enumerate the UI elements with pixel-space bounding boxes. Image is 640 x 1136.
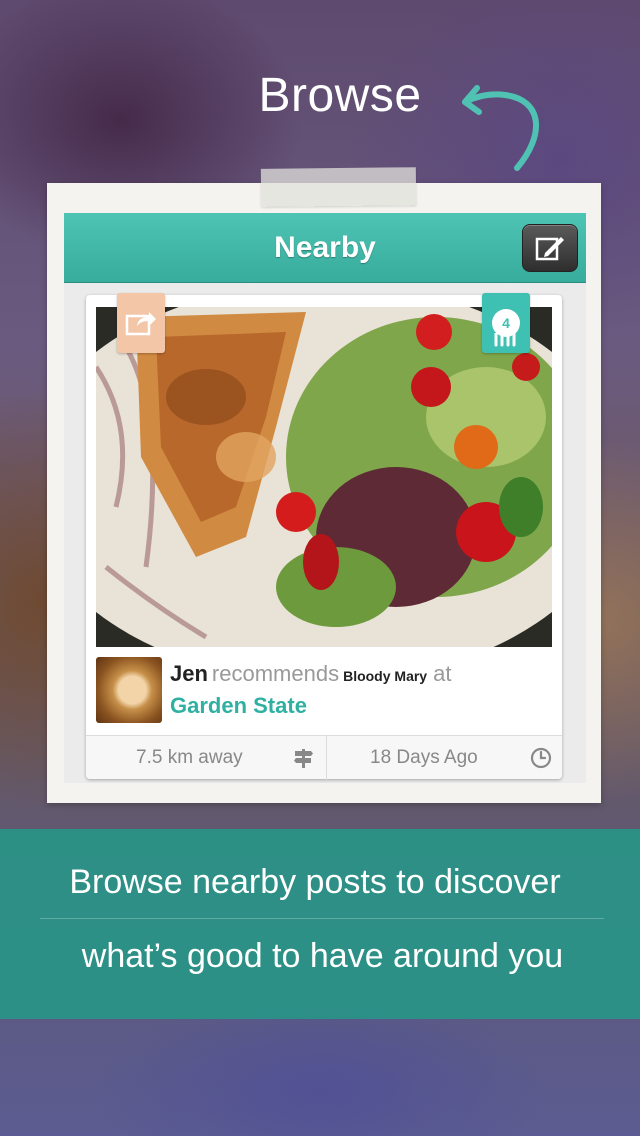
share-button[interactable] <box>117 293 165 353</box>
nav-title: Nearby <box>274 231 376 264</box>
curved-arrow-icon <box>462 85 540 171</box>
share-icon <box>125 312 156 336</box>
post-photo[interactable] <box>96 307 552 647</box>
like-count-badge[interactable]: 4 <box>482 293 530 353</box>
food-photo-image <box>96 307 552 647</box>
avatar[interactable] <box>96 657 162 723</box>
item-name: Bloody Mary <box>343 668 428 684</box>
caption-banner: Browse nearby posts to discover what’s g… <box>0 829 640 1019</box>
paper-torn-edge <box>47 785 601 799</box>
post-footer: 7.5 km away 18 Days Ago <box>86 735 562 780</box>
clock-icon <box>530 747 552 769</box>
at-label: at <box>433 661 452 686</box>
signpost-icon <box>294 749 313 768</box>
user-name[interactable]: Jen <box>170 661 208 686</box>
footer-divider <box>326 736 327 780</box>
fork-icon <box>494 333 516 347</box>
distance-text: 7.5 km away <box>136 747 243 768</box>
nav-bar: Nearby <box>64 213 586 283</box>
caption-line-1: Browse nearby posts to discover <box>69 863 561 901</box>
time-ago-text: 18 Days Ago <box>370 747 478 768</box>
recommendation-line: Jen recommends Bloody Mary at <box>170 661 560 687</box>
tape-strip <box>260 167 417 207</box>
place-link[interactable]: Garden State <box>170 693 307 719</box>
compose-button[interactable] <box>522 224 578 272</box>
recommends-label: recommends <box>211 661 340 686</box>
compose-icon <box>535 237 564 261</box>
caption-line-2: what’s good to have around you <box>81 937 564 975</box>
caption-divider <box>40 918 604 919</box>
post-card[interactable]: Jen recommends Bloody Mary at Garden State … <box>86 295 562 780</box>
